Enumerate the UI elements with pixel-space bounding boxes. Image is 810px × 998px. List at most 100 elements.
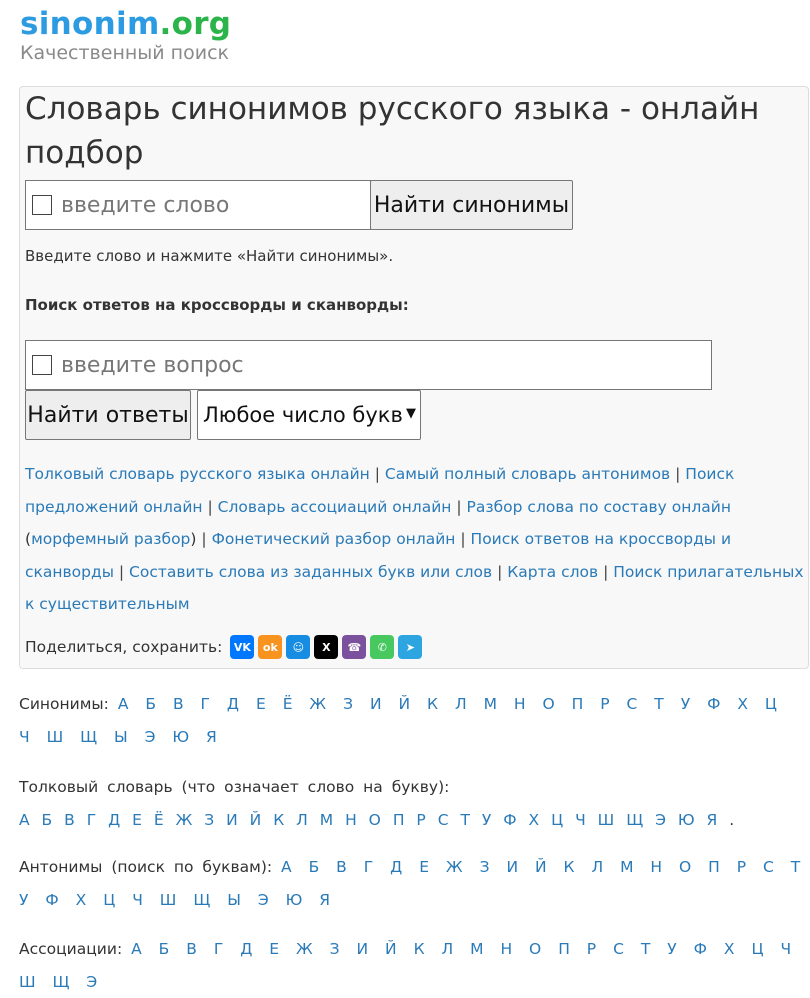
antonyms-letter-link[interactable]: О [679, 858, 691, 876]
explanatory-letter-link[interactable]: Ч [575, 811, 586, 829]
explanatory-letter-link[interactable]: И [226, 811, 238, 829]
associations-letter-link[interactable]: П [558, 940, 570, 958]
synonyms-letter-link[interactable]: Ы [114, 728, 128, 746]
synonyms-letter-link[interactable]: В [173, 695, 184, 713]
logo-name[interactable]: sinonim.org [20, 6, 231, 42]
associations-letter-link[interactable]: О [529, 940, 541, 958]
find-answers-button[interactable]: Найти ответы [25, 390, 191, 440]
associations-letter-link[interactable]: Б [159, 940, 170, 958]
moimir-icon[interactable]: ☺ [286, 635, 311, 659]
synonyms-letter-link[interactable]: А [118, 695, 129, 713]
explanatory-letter-link[interactable]: Р [416, 811, 425, 829]
x-icon[interactable]: X [314, 635, 339, 659]
explanatory-letter-link[interactable]: Щ [626, 811, 643, 829]
synonyms-letter-link[interactable]: Е [256, 695, 266, 713]
associations-letter-link[interactable]: В [186, 940, 197, 958]
antonyms-letter-link[interactable]: Р [737, 858, 746, 876]
explanatory-letter-link[interactable]: Й [250, 811, 262, 829]
synonyms-letter-link[interactable]: Ж [309, 695, 326, 713]
antonyms-letter-link[interactable]: Б [309, 858, 320, 876]
synonyms-letter-link[interactable]: Б [145, 695, 156, 713]
synonyms-letter-link[interactable]: П [572, 695, 584, 713]
associations-letter-link[interactable]: З [330, 940, 340, 958]
antonyms-letter-link[interactable]: Х [76, 891, 87, 909]
explanatory-letter-link[interactable]: А [19, 811, 30, 829]
antonyms-letter-link[interactable]: Ц [103, 891, 115, 909]
explanatory-letter-link[interactable]: Г [87, 811, 96, 829]
synonyms-letter-link[interactable]: Г [201, 695, 210, 713]
associations-letter-link[interactable]: Е [269, 940, 279, 958]
antonyms-letter-link[interactable]: Ш [160, 891, 177, 909]
synonyms-letter-link[interactable]: У [681, 695, 690, 713]
explanatory-letter-link[interactable]: Ю [678, 811, 695, 829]
antonyms-letter-link[interactable]: К [564, 858, 575, 876]
antonyms-letter-link[interactable]: Щ [193, 891, 210, 909]
synonyms-letter-link[interactable]: К [427, 695, 438, 713]
synonyms-letter-link[interactable]: Т [654, 695, 663, 713]
synonyms-letter-link[interactable]: Ю [172, 728, 189, 746]
antonyms-letter-link[interactable]: С [763, 858, 774, 876]
antonyms-letter-link[interactable]: Л [591, 858, 603, 876]
synonyms-letter-link[interactable]: Л [455, 695, 467, 713]
associations-letter-link[interactable]: У [667, 940, 676, 958]
antonyms-letter-link[interactable]: Ф [45, 891, 58, 909]
explanatory-letter-link[interactable]: Х [529, 811, 540, 829]
synonyms-letter-link[interactable]: Я [206, 728, 217, 746]
explanatory-letter-link[interactable]: Е [132, 811, 142, 829]
synonyms-letter-link[interactable]: Д [227, 695, 239, 713]
letters-count-select[interactable]: Любое число букв ▼ [197, 390, 421, 440]
antonyms-letter-link[interactable]: Э [258, 891, 269, 909]
explanatory-letter-link[interactable]: М [320, 811, 333, 829]
link-associations-dictionary[interactable]: Словарь ассоциаций онлайн [218, 498, 452, 516]
viber-icon[interactable]: ☎ [342, 635, 367, 659]
explanatory-letter-link[interactable]: Н [345, 811, 357, 829]
link-compose-words[interactable]: Составить слова из заданных букв или сло… [129, 563, 492, 581]
explanatory-letter-link[interactable]: Ё [154, 811, 164, 829]
explanatory-letter-link[interactable]: Ш [598, 811, 615, 829]
antonyms-letter-link[interactable]: У [19, 891, 28, 909]
word-search-input[interactable]: введите слово [25, 180, 371, 230]
synonyms-letter-link[interactable]: З [343, 695, 353, 713]
antonyms-letter-link[interactable]: Я [319, 891, 330, 909]
associations-letter-link[interactable]: Ч [780, 940, 791, 958]
link-phonetic-parsing[interactable]: Фонетический разбор онлайн [212, 530, 456, 548]
antonyms-letter-link[interactable]: М [620, 858, 633, 876]
antonyms-letter-link[interactable]: В [336, 858, 347, 876]
associations-letter-link[interactable]: Л [442, 940, 454, 958]
antonyms-letter-link[interactable]: З [480, 858, 490, 876]
synonyms-letter-link[interactable]: Ц [765, 695, 777, 713]
synonyms-letter-link[interactable]: С [627, 695, 638, 713]
explanatory-letter-link[interactable]: Э [655, 811, 666, 829]
associations-letter-link[interactable]: Н [500, 940, 512, 958]
synonyms-letter-link[interactable]: Ф [707, 695, 720, 713]
synonyms-letter-link[interactable]: Ч [19, 728, 30, 746]
explanatory-letter-link[interactable]: З [204, 811, 214, 829]
explanatory-letter-link[interactable]: Я [707, 811, 718, 829]
associations-letter-link[interactable]: А [131, 940, 142, 958]
associations-letter-link[interactable]: Щ [53, 973, 70, 991]
synonyms-letter-link[interactable]: Щ [80, 728, 97, 746]
associations-letter-link[interactable]: Р [587, 940, 596, 958]
antonyms-letter-link[interactable]: Ч [132, 891, 143, 909]
associations-letter-link[interactable]: Ш [19, 973, 36, 991]
explanatory-letter-link[interactable]: Т [460, 811, 469, 829]
explanatory-letter-link[interactable]: С [438, 811, 449, 829]
synonyms-letter-link[interactable]: Ё [283, 695, 293, 713]
associations-letter-link[interactable]: Д [240, 940, 252, 958]
explanatory-letter-link[interactable]: Л [296, 811, 308, 829]
associations-letter-link[interactable]: Ж [296, 940, 313, 958]
link-explanatory-dictionary[interactable]: Толковый словарь русского языка онлайн [25, 465, 370, 483]
antonyms-letter-link[interactable]: Г [364, 858, 373, 876]
associations-letter-link[interactable]: Х [724, 940, 735, 958]
explanatory-letter-link[interactable]: Ф [503, 811, 516, 829]
synonyms-letter-link[interactable]: Р [600, 695, 609, 713]
explanatory-letter-link[interactable]: Ж [176, 811, 193, 829]
synonyms-letter-link[interactable]: О [542, 695, 554, 713]
question-search-input[interactable]: введите вопрос [25, 340, 712, 390]
checkbox-icon[interactable] [32, 195, 52, 215]
link-word-parsing[interactable]: Разбор слова по составу онлайн [467, 498, 731, 516]
synonyms-letter-link[interactable]: Э [145, 728, 156, 746]
antonyms-letter-link[interactable]: И [506, 858, 518, 876]
associations-letter-link[interactable]: Ф [694, 940, 707, 958]
antonyms-letter-link[interactable]: Е [419, 858, 429, 876]
